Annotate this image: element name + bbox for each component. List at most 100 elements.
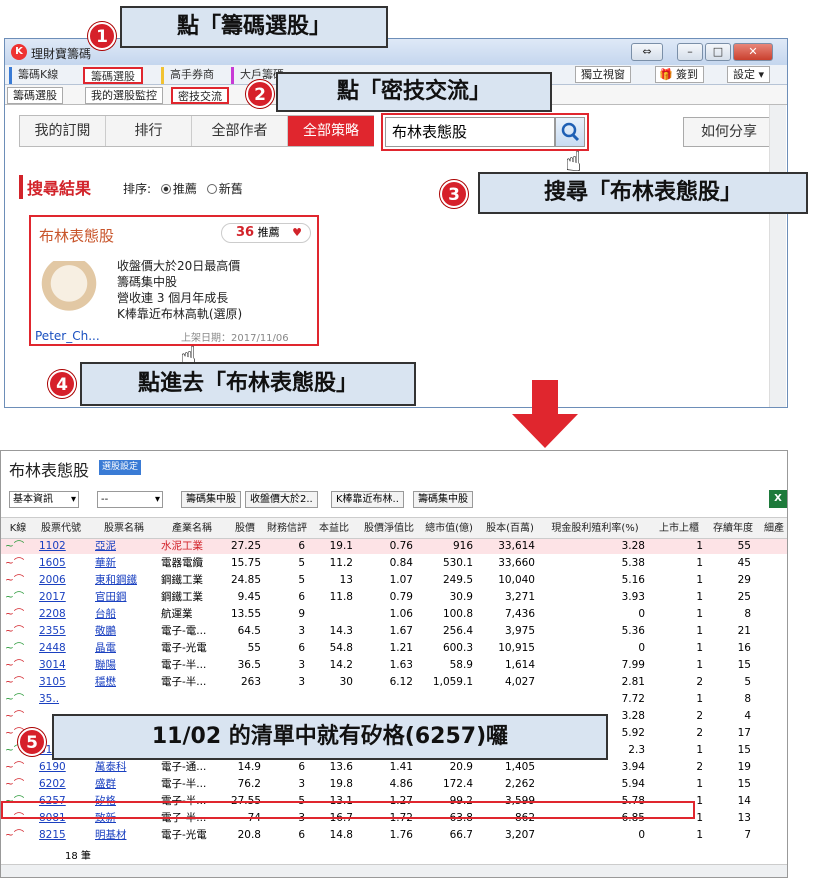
segment-ranking[interactable]: 排行: [106, 116, 192, 146]
standalone-window-button[interactable]: 獨立視窗: [575, 66, 631, 83]
table-row[interactable]: ~⌒ 3105 穩懋 電子-半... 263 3 30 6.12 1,059.1 4,027 2.8…: [1, 675, 787, 690]
table-row[interactable]: ~⌒ 8215 明基材 電子-光電 20.8 6 14.8 1.76 66.7 3,207 0 1 7: [1, 828, 787, 843]
column-header[interactable]: 細產: [761, 518, 787, 540]
minimize-icon[interactable]: –: [677, 43, 703, 61]
segment-all-authors[interactable]: 全部作者: [192, 116, 288, 146]
kline-sparkline-icon[interactable]: ~⌒: [5, 675, 31, 690]
cell-stock-code[interactable]: 2017: [35, 590, 83, 605]
card-author[interactable]: Peter_Ch...: [35, 329, 100, 343]
cell-stock-name[interactable]: 官田鋼: [91, 590, 153, 605]
info-select[interactable]: 基本資訊 ▾: [9, 491, 79, 508]
column-header[interactable]: K線: [3, 518, 33, 540]
kline-sparkline-icon[interactable]: ~⌒: [5, 777, 31, 792]
sort-recommend-radio[interactable]: [160, 184, 171, 194]
cell-stock-name[interactable]: 聯陽: [91, 658, 153, 673]
cell-stock-code[interactable]: 2448: [35, 641, 83, 656]
kline-sparkline-icon[interactable]: ~⌒: [5, 539, 31, 554]
cell-stock-code[interactable]: 6190: [35, 760, 83, 775]
cell-stock-code[interactable]: 3105: [35, 675, 83, 690]
table-row[interactable]: ~⌒ 2448 晶電 電子-光電 55 6 54.8 1.21 600.3 10,915 0 1 16: [1, 641, 787, 656]
kline-sparkline-icon[interactable]: ~⌒: [5, 828, 31, 843]
recommend-badge[interactable]: 36 推薦 ♥: [221, 223, 311, 243]
table-row[interactable]: ~⌒ 1102 亞泥 水泥工業 27.25 6 19.1 0.76 916 33,614 3.28 1…: [1, 539, 787, 554]
cell-stock-name[interactable]: 明基材: [91, 828, 153, 843]
column-header[interactable]: 存續年度: [711, 518, 755, 540]
column-header[interactable]: 股票代號: [35, 518, 87, 540]
condition-chip-4[interactable]: 籌碼集中股: [413, 491, 473, 508]
cell-stock-code[interactable]: 2006: [35, 573, 83, 588]
cell-stock-name[interactable]: 萬泰科: [91, 760, 153, 775]
secondary-select[interactable]: -- ▾: [97, 491, 163, 508]
kline-sparkline-icon[interactable]: ~⌒: [5, 709, 31, 724]
column-header[interactable]: 現金股利殖利率(%): [541, 518, 649, 540]
subtab-my-monitor[interactable]: 我的選股監控: [85, 87, 163, 104]
cell-stock-name[interactable]: 穩懋: [91, 675, 153, 690]
segment-all-strategies[interactable]: 全部策略: [288, 116, 374, 146]
sort-newest-radio[interactable]: [206, 184, 217, 194]
kline-sparkline-icon[interactable]: ~⌒: [5, 607, 31, 622]
kline-sparkline-icon[interactable]: ~⌒: [5, 658, 31, 673]
horizontal-scrollbar[interactable]: [1, 864, 787, 877]
condition-chip-3[interactable]: K棒靠近布林..: [331, 491, 404, 508]
checkin-button[interactable]: 🎁 簽到: [655, 66, 704, 83]
table-row[interactable]: ~⌒ 1605 華新 電器電纜 15.75 5 11.2 0.84 530.1 33,660 5.3…: [1, 556, 787, 571]
cell-stock-name[interactable]: 亞泥: [91, 539, 153, 554]
vertical-scrollbar[interactable]: [769, 105, 786, 407]
table-row[interactable]: ~⌒ 2017 官田鋼 鋼鐵工業 9.45 6 11.8 0.79 30.9 3,271 3.93 1…: [1, 590, 787, 605]
kline-sparkline-icon[interactable]: ~⌒: [5, 760, 31, 775]
table-row[interactable]: ~⌒ 6190 萬泰科 電子-通... 14.9 6 13.6 1.41 20.9 1,405 3.…: [1, 760, 787, 775]
cell-stock-code[interactable]: 35..: [35, 692, 83, 707]
cell-stock-name[interactable]: 晶電: [91, 641, 153, 656]
column-header[interactable]: 產業名稱: [161, 518, 223, 540]
cell-stock-code[interactable]: 2355: [35, 624, 83, 639]
column-header[interactable]: 股本(百萬): [481, 518, 539, 540]
kline-sparkline-icon[interactable]: ~⌒: [5, 573, 31, 588]
subtab-tips-exchange[interactable]: 密技交流: [171, 87, 229, 104]
restore-icon[interactable]: ⇔: [631, 43, 663, 61]
cell-stock-name[interactable]: 敬鵬: [91, 624, 153, 639]
column-header[interactable]: 本益比: [311, 518, 357, 540]
condition-chip-1[interactable]: 籌碼集中股: [181, 491, 241, 508]
cell-stock-code[interactable]: 1605: [35, 556, 83, 571]
condition-chip-2[interactable]: 收盤價大於2..: [245, 491, 318, 508]
card-strategy-name[interactable]: 布林表態股: [39, 225, 114, 246]
kline-sparkline-icon[interactable]: ~⌒: [5, 590, 31, 605]
how-to-share-button[interactable]: 如何分享: [683, 117, 775, 147]
search-button[interactable]: [555, 117, 585, 147]
column-header[interactable]: 總市值(億): [421, 518, 477, 540]
cell-stock-code[interactable]: 8215: [35, 828, 83, 843]
cell-stock-name[interactable]: 華新: [91, 556, 153, 571]
table-row[interactable]: ~⌒ 2355 敬鵬 電子-電... 64.5 3 14.3 1.67 256.4 3,975 5.…: [1, 624, 787, 639]
kline-sparkline-icon[interactable]: ~⌒: [5, 641, 31, 656]
column-header[interactable]: 股價: [225, 518, 265, 540]
close-icon[interactable]: ✕: [733, 43, 773, 61]
column-header[interactable]: 股票名稱: [91, 518, 157, 540]
kline-sparkline-icon[interactable]: ~⌒: [5, 624, 31, 639]
cell-stock-name[interactable]: 盛群: [91, 777, 153, 792]
selection-settings-button[interactable]: 選股設定: [99, 460, 142, 475]
table-row[interactable]: ~⌒ 35.. 7.72 1 8: [1, 692, 787, 707]
subtab-chip-selection[interactable]: 籌碼選股: [7, 87, 63, 104]
maximize-icon[interactable]: □: [705, 43, 731, 61]
segment-my-subscriptions[interactable]: 我的訂閱: [20, 116, 106, 146]
tab-top-brokers[interactable]: 高手券商: [161, 67, 220, 84]
tab-chip-kline[interactable]: 籌碼K線: [9, 67, 64, 84]
cell-stock-name[interactable]: 東和鋼鐵: [91, 573, 153, 588]
strategy-card[interactable]: 布林表態股 36 推薦 ♥ 收盤價大於20日最高價 籌碼集中股 營收連 3 個月…: [29, 215, 319, 346]
table-row[interactable]: ~⌒ 6202 盛群 電子-半... 76.2 3 19.8 4.86 172.4 2,262 5.…: [1, 777, 787, 792]
kline-sparkline-icon[interactable]: ~⌒: [5, 692, 31, 707]
cell-stock-code[interactable]: 3014: [35, 658, 83, 673]
column-header[interactable]: 上市上櫃: [651, 518, 707, 540]
column-header[interactable]: 財務信評: [265, 518, 309, 540]
cell-stock-code[interactable]: 6202: [35, 777, 83, 792]
settings-button[interactable]: 設定 ▾: [727, 66, 771, 83]
excel-export-icon[interactable]: X: [769, 490, 787, 508]
column-header[interactable]: 股價淨值比: [361, 518, 417, 540]
table-row[interactable]: ~⌒ 3014 聯陽 電子-半... 36.5 3 14.2 1.63 58.9 1,614 7.9…: [1, 658, 787, 673]
search-input[interactable]: 布林表態股: [385, 117, 555, 147]
cell-stock-name[interactable]: [91, 692, 153, 707]
tab-chip-selection[interactable]: 籌碼選股: [83, 67, 143, 84]
table-row[interactable]: ~⌒ 2006 東和鋼鐵 鋼鐵工業 24.85 5 13 1.07 249.5 10,040 5.1…: [1, 573, 787, 588]
cell-stock-name[interactable]: 台船: [91, 607, 153, 622]
kline-sparkline-icon[interactable]: ~⌒: [5, 556, 31, 571]
